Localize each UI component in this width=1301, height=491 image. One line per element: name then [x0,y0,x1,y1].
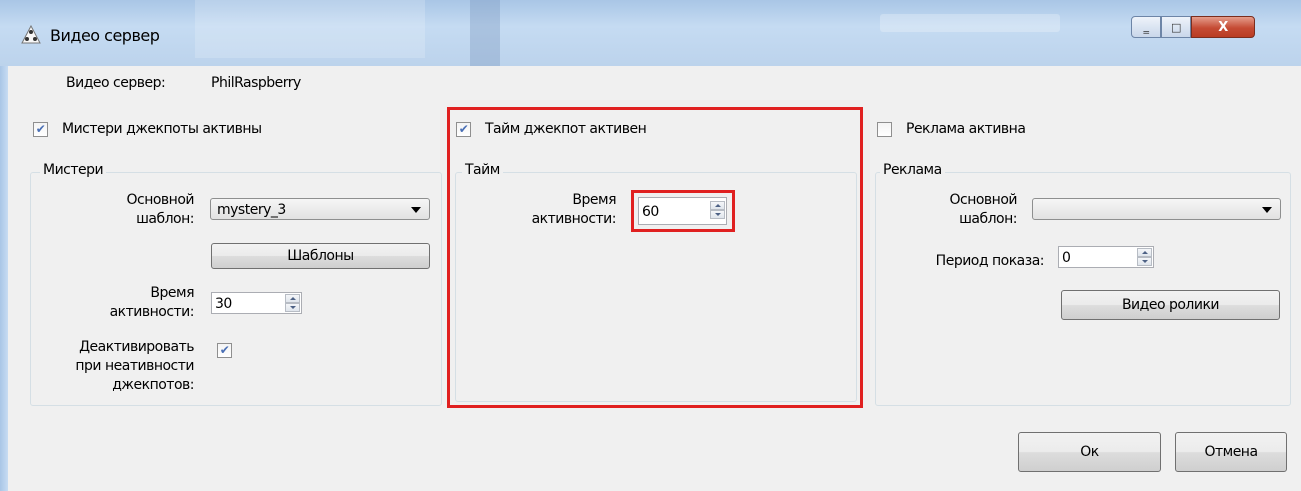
ads-period-label: Период показа: [935,253,1045,269]
spin-up-icon[interactable] [285,294,300,303]
time-jackpot-active-checkbox[interactable]: ✔ [456,122,471,137]
chevron-down-icon [1262,207,1272,213]
time-label: Время [572,192,616,208]
server-value: PhilRaspberry [211,75,301,91]
ads-active-label: Реклама активна [906,121,1026,137]
app-icon [21,24,41,44]
deactivate-label-2: при неативности [75,358,194,374]
check-icon: ✔ [219,343,230,357]
chevron-down-icon [411,207,421,213]
background-window-ghost [195,0,425,58]
ads-template-select[interactable] [1032,198,1281,220]
maximize-icon: □ [1171,20,1181,34]
time-value: 60 [642,204,659,220]
spin-up-icon[interactable] [1137,248,1152,257]
mystery-active-checkbox[interactable]: ✔ [33,122,48,137]
minimize-icon: ‗ [1143,20,1150,34]
server-label: Видео сервер: [66,75,166,91]
ads-period-stepper[interactable]: 0 [1058,246,1154,268]
check-icon: ✔ [35,122,46,136]
videos-button-label: Видео ролики [1121,297,1220,313]
mystery-template-label-2: шаблон: [136,211,194,227]
mystery-time-stepper[interactable]: 30 [211,292,302,314]
mystery-time-value: 30 [215,296,232,312]
cancel-button-label: Отмена [1204,444,1258,460]
ads-group-title: Реклама [880,162,945,178]
ads-active-checkbox[interactable] [877,122,892,137]
time-group-title: Тайм [462,162,503,178]
mystery-template-label: Основной [126,192,194,208]
maximize-button[interactable]: □ [1161,16,1191,38]
ok-button-label: Ок [1080,444,1099,460]
window-border [0,66,8,491]
videos-button[interactable]: Видео ролики [1061,290,1280,320]
mystery-template-select[interactable]: mystery_3 [210,198,430,220]
ads-template-label-2: шаблон: [959,211,1017,227]
close-icon: X [1218,19,1228,35]
background-window-ghost [470,0,500,66]
time-label-2: активности: [531,211,617,227]
deactivate-label-3: джекпотов: [112,377,194,393]
title-bar[interactable]: Видео сервер ‗ □ X [0,0,1301,66]
mystery-group-title: Мистери [40,162,107,178]
spin-down-icon[interactable] [1137,257,1152,266]
ok-button[interactable]: Ок [1018,432,1161,472]
templates-button-label: Шаблоны [287,248,354,264]
window-controls: ‗ □ X [1131,16,1255,38]
templates-button[interactable]: Шаблоны [211,243,430,269]
cancel-button[interactable]: Отмена [1175,432,1287,472]
time-stepper[interactable]: 60 [638,197,727,225]
spin-down-icon[interactable] [710,210,725,219]
close-button[interactable]: X [1191,16,1255,38]
mystery-time-label: Время [150,285,194,301]
deactivate-checkbox[interactable]: ✔ [217,343,232,358]
mystery-active-label: Мистери джекпоты активны [62,121,262,137]
time-jackpot-active-label: Тайм джекпот активен [485,121,647,137]
mystery-template-value: mystery_3 [217,202,286,218]
check-icon: ✔ [458,122,469,136]
ads-template-label: Основной [949,192,1017,208]
spin-down-icon[interactable] [285,303,300,312]
window-title: Видео сервер [50,26,160,45]
minimize-button[interactable]: ‗ [1131,16,1161,38]
mystery-time-label-2: активности: [109,304,195,320]
spin-up-icon[interactable] [710,201,725,210]
ads-period-value: 0 [1062,250,1071,266]
deactivate-label: Деактивировать [79,339,194,355]
background-window-ghost [880,14,1060,32]
